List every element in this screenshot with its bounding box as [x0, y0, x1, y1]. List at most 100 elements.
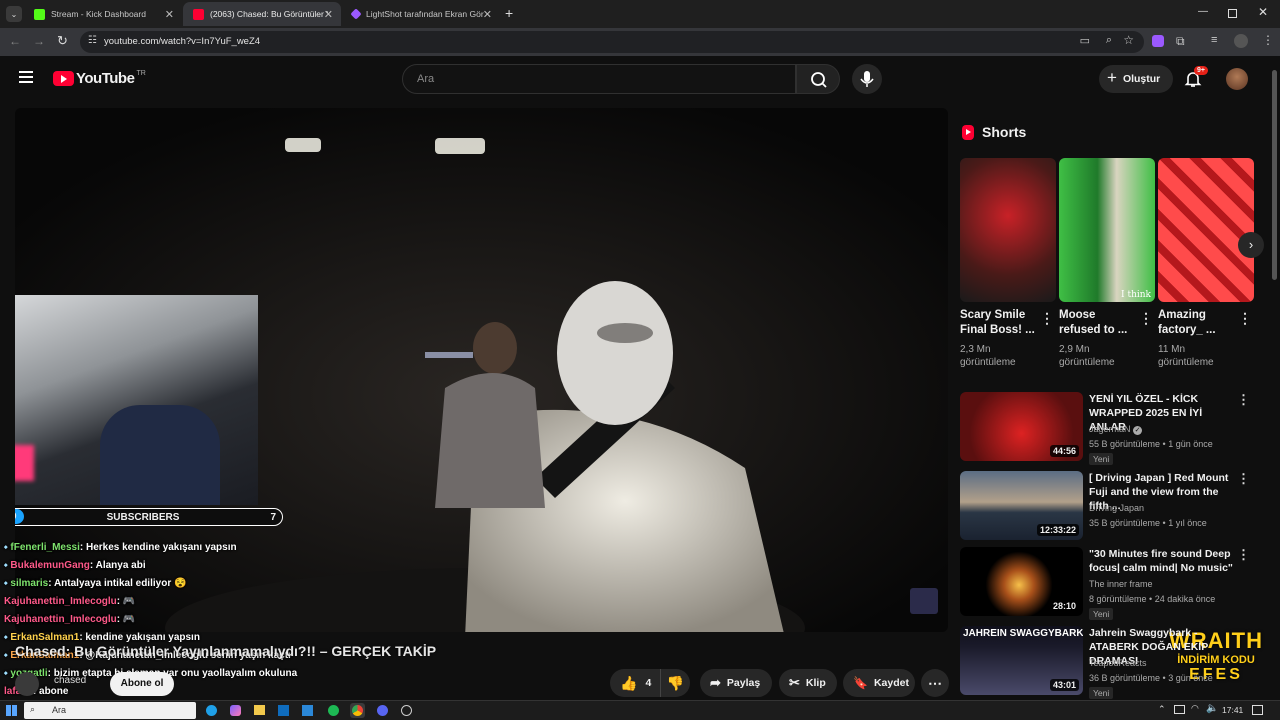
account-avatar[interactable]: [1226, 68, 1248, 90]
short-menu-icon[interactable]: ⋮: [1139, 310, 1153, 327]
recommended-video[interactable]: 44:56 YENİ YIL ÖZEL - KİCK WRAPPED 2025 …: [960, 392, 1266, 465]
close-window-icon[interactable]: ✕: [1258, 5, 1268, 19]
video-duration: 44:56: [1049, 445, 1079, 457]
store-icon[interactable]: [302, 705, 313, 716]
verified-icon: ✓: [1133, 426, 1143, 435]
recommended-video[interactable]: 28:10 "30 Minutes fire sound Deep focus|…: [960, 547, 1266, 620]
bookmark-star-icon[interactable]: ☆: [1123, 33, 1134, 47]
hamburger-menu-icon[interactable]: [19, 71, 33, 83]
restore-icon[interactable]: [1228, 9, 1237, 18]
profile-icon[interactable]: [1234, 34, 1248, 48]
video-title: "30 Minutes fire sound Deep focus| calm …: [1089, 548, 1233, 574]
network-icon[interactable]: [1174, 705, 1185, 714]
site-info-icon[interactable]: ☷: [88, 35, 97, 46]
short-thumbnail: [1158, 158, 1254, 302]
new-tab-icon[interactable]: +: [505, 5, 513, 21]
subscribe-button[interactable]: Abone ol: [110, 672, 174, 696]
clock-app-icon[interactable]: [401, 705, 412, 716]
notification-center-icon[interactable]: [1252, 705, 1263, 715]
webcam-light: [15, 445, 34, 481]
more-actions-button[interactable]: ⋯: [921, 669, 949, 697]
youtube-logo[interactable]: YouTube TR: [53, 70, 146, 87]
recommended-video[interactable]: 12:33:22 [ Driving Japan ] Red Mount Fuj…: [960, 471, 1266, 541]
create-button[interactable]: + Oluştur: [1099, 65, 1173, 93]
voice-search-button[interactable]: [852, 64, 882, 94]
video-meta: 8 görüntüleme • 24 dakika önce: [1089, 594, 1216, 604]
notification-badge: 9+: [1194, 66, 1208, 75]
reading-list-icon[interactable]: ≡: [1211, 34, 1217, 46]
zoom-icon[interactable]: ⌕: [1106, 34, 1112, 47]
video-title: Chased: Bu Görüntüler Yayınlanmamalıydı?…: [15, 643, 437, 659]
region-code: TR: [136, 70, 146, 77]
video-meta: 36 B görüntüleme • 3 gün önce: [1089, 673, 1213, 683]
tab-search-icon[interactable]: ⌄: [6, 6, 22, 22]
chat-line: ⬩ fFenerli_Messi: Herkes kendine yakışan…: [4, 542, 237, 553]
notifications-button[interactable]: 9+: [1184, 66, 1208, 90]
short-item[interactable]: Scary Smile Final Boss! ... 2,3 Mn görünt…: [960, 158, 1056, 369]
new-badge: Yeni: [1089, 608, 1114, 620]
microphone-icon: [860, 71, 874, 87]
scissors-icon: ✂: [789, 675, 800, 690]
shorts-next-button[interactable]: ›: [1238, 232, 1264, 258]
channel-name[interactable]: chased: [54, 675, 86, 686]
chrome-icon[interactable]: [350, 703, 365, 718]
windows-start-icon[interactable]: [6, 705, 17, 716]
chat-message: : kendine yakışanı yapsın: [79, 632, 200, 643]
tab-lightshot[interactable]: LightShot tarafından Ekran Gör ✕: [342, 2, 500, 26]
page-scrollbar[interactable]: [1272, 70, 1277, 280]
outlook-icon[interactable]: [278, 705, 289, 716]
taskbar-search[interactable]: ⌕ Ara: [24, 702, 196, 719]
tray-chevron-icon[interactable]: ⌃: [1158, 704, 1166, 715]
extension-icon[interactable]: [1152, 35, 1164, 47]
sidebar: Shorts Scary Smile Final Boss! ... 2,3 M…: [956, 108, 1270, 720]
omnibox[interactable]: ☷ youtube.com/watch?v=In7YuF_weZ4 ▭ ⌕ ☆: [80, 31, 1144, 53]
recommended-video[interactable]: JAHREIN SWAGGYBARK 43:01 Jahrein Swaggyb…: [960, 626, 1266, 699]
file-explorer-icon[interactable]: [254, 705, 265, 715]
clip-label: Klip: [805, 677, 826, 689]
search-input[interactable]: Ara: [402, 64, 796, 94]
chat-user: ErkanSalman1: [10, 632, 80, 643]
forward-icon[interactable]: →: [33, 34, 45, 48]
discord-icon[interactable]: [377, 705, 388, 716]
puzzle-icon[interactable]: ⧉: [1176, 34, 1185, 49]
short-menu-icon[interactable]: ⋮: [1040, 310, 1054, 327]
shorts-logo-icon: [962, 124, 974, 140]
search-button[interactable]: [796, 64, 840, 94]
close-tab-icon[interactable]: ✕: [165, 8, 174, 21]
copilot-icon[interactable]: [230, 705, 241, 716]
cast-icon[interactable]: ▭: [1080, 34, 1090, 47]
video-thumbnail: 28:10: [960, 547, 1083, 616]
like-button[interactable]: 👍 4: [610, 669, 660, 697]
clock-time[interactable]: 17:41: [1222, 705, 1243, 715]
video-menu-icon[interactable]: ⋮: [1237, 392, 1250, 408]
video-menu-icon[interactable]: ⋮: [1237, 547, 1250, 563]
save-button[interactable]: 🔖 Kaydet: [843, 669, 915, 697]
dislike-button[interactable]: 👎: [660, 669, 690, 697]
share-button[interactable]: ➦ Paylaş: [700, 669, 772, 697]
chat-line: ⬩ BukalemunGang: Alanya abi: [4, 560, 146, 571]
clip-button[interactable]: ✂ Klip: [779, 669, 837, 697]
tab-kick[interactable]: Stream - Kick Dashboard ✕: [24, 2, 182, 26]
chat-line: ⬩ ErkanSalman1: kendine yakışanı yapsın: [4, 632, 200, 643]
spotify-icon[interactable]: [328, 705, 339, 716]
volume-icon[interactable]: 🔈: [1206, 703, 1218, 714]
back-icon[interactable]: ←: [9, 34, 21, 48]
short-item[interactable]: I think Moose refused to ... 2,9 Mn görün…: [1059, 158, 1155, 369]
video-duration: 28:10: [1049, 600, 1079, 612]
minimize-icon[interactable]: —: [1198, 6, 1208, 17]
video-duration: 12:33:22: [1036, 524, 1079, 536]
chat-user: BukalemunGang: [10, 560, 90, 571]
short-item[interactable]: Amazing factory_ ... 11 Mn görüntüleme ⋮: [1158, 158, 1254, 369]
reload-icon[interactable]: ↻: [57, 33, 68, 49]
close-tab-icon[interactable]: ✕: [324, 8, 333, 21]
wifi-icon[interactable]: ◠: [1191, 703, 1199, 714]
channel-avatar[interactable]: [15, 672, 39, 696]
chat-line: ⬩ silmaris: Antalyaya intikal ediliyor 😵: [4, 578, 187, 589]
browser-menu-icon[interactable]: ⋮: [1262, 33, 1274, 47]
edge-icon[interactable]: [206, 705, 217, 716]
video-player[interactable]: 0 SUBSCRIBERS 7: [15, 108, 948, 632]
short-menu-icon[interactable]: ⋮: [1238, 310, 1252, 327]
close-tab-icon[interactable]: ✕: [483, 8, 492, 21]
tab-youtube[interactable]: (2063) Chased: Bu Görüntüler Y ✕: [183, 2, 341, 26]
video-menu-icon[interactable]: ⋮: [1237, 471, 1250, 487]
